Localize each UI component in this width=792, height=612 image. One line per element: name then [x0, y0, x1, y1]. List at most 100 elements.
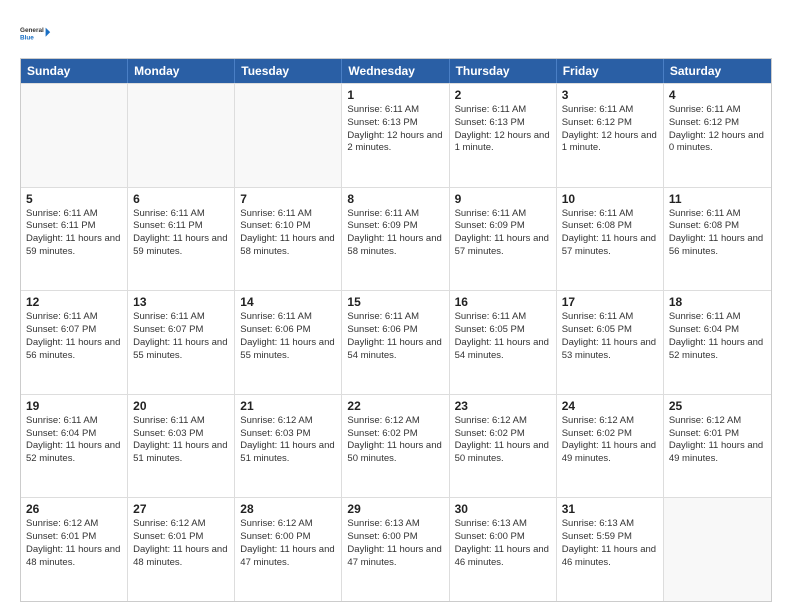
header-day-thursday: Thursday [450, 59, 557, 83]
day-number: 9 [455, 192, 551, 206]
day-number: 4 [669, 88, 766, 102]
calendar-cell: 24 Sunrise: 6:12 AM Sunset: 6:02 PM Dayli… [557, 395, 664, 498]
calendar-cell: 7 Sunrise: 6:11 AM Sunset: 6:10 PM Daylig… [235, 188, 342, 291]
calendar-cell: 22Sunrise: 6:12 AM Sunset: 6:02 PM Dayli… [342, 395, 449, 498]
header-day-tuesday: Tuesday [235, 59, 342, 83]
calendar-cell: 3 Sunrise: 6:11 AM Sunset: 6:12 PM Daylig… [557, 84, 664, 187]
calendar-cell: 12Sunrise: 6:11 AM Sunset: 6:07 PM Dayli… [21, 291, 128, 394]
calendar-cell [664, 498, 771, 601]
day-number: 13 [133, 295, 229, 309]
calendar-header: SundayMondayTuesdayWednesdayThursdayFrid… [21, 59, 771, 83]
calendar-cell: 8 Sunrise: 6:11 AM Sunset: 6:09 PM Daylig… [342, 188, 449, 291]
day-info: Sunrise: 6:11 AM Sunset: 6:04 PM Dayligh… [669, 311, 766, 362]
header-day-wednesday: Wednesday [342, 59, 449, 83]
day-info: Sunrise: 6:11 AM Sunset: 6:05 PM Dayligh… [562, 311, 658, 362]
calendar-cell: 29 Sunrise: 6:13 AM Sunset: 6:00 PM Dayli… [342, 498, 449, 601]
day-number: 3 [562, 88, 658, 102]
day-info: Sunrise: 6:13 AM Sunset: 6:00 PM Dayligh… [455, 518, 551, 569]
day-number: 30 [455, 502, 551, 516]
logo-icon: GeneralBlue [20, 18, 52, 50]
day-number: 8 [347, 192, 443, 206]
day-info: Sunrise: 6:12 AM Sunset: 6:01 PM Dayligh… [26, 518, 122, 569]
header-day-saturday: Saturday [664, 59, 771, 83]
day-number: 18 [669, 295, 766, 309]
day-info: Sunrise: 6:11 AM Sunset: 6:08 PM Dayligh… [669, 208, 766, 259]
day-info: Sunrise: 6:11 AM Sunset: 6:12 PM Dayligh… [562, 104, 658, 155]
calendar-cell: 18 Sunrise: 6:11 AM Sunset: 6:04 PM Dayli… [664, 291, 771, 394]
day-number: 7 [240, 192, 336, 206]
calendar-cell: 23Sunrise: 6:12 AM Sunset: 6:02 PM Dayli… [450, 395, 557, 498]
day-number: 19 [26, 399, 122, 413]
day-number: 1 [347, 88, 443, 102]
svg-text:General: General [20, 27, 44, 34]
calendar-cell: 13 Sunrise: 6:11 AM Sunset: 6:07 PM Dayli… [128, 291, 235, 394]
day-number: 14 [240, 295, 336, 309]
calendar-row-0: 1 Sunrise: 6:11 AM Sunset: 6:13 PM Daylig… [21, 83, 771, 187]
day-info: Sunrise: 6:11 AM Sunset: 6:13 PM Dayligh… [347, 104, 443, 155]
calendar-cell: 10Sunrise: 6:11 AM Sunset: 6:08 PM Dayli… [557, 188, 664, 291]
calendar-cell: 5 Sunrise: 6:11 AM Sunset: 6:11 PM Daylig… [21, 188, 128, 291]
logo: GeneralBlue [20, 18, 52, 50]
calendar-cell: 2 Sunrise: 6:11 AM Sunset: 6:13 PM Daylig… [450, 84, 557, 187]
day-number: 23 [455, 399, 551, 413]
calendar-cell: 4 Sunrise: 6:11 AM Sunset: 6:12 PM Daylig… [664, 84, 771, 187]
day-number: 26 [26, 502, 122, 516]
day-number: 15 [347, 295, 443, 309]
calendar-cell: 21 Sunrise: 6:12 AM Sunset: 6:03 PM Dayli… [235, 395, 342, 498]
day-number: 29 [347, 502, 443, 516]
calendar-cell: 20Sunrise: 6:11 AM Sunset: 6:03 PM Dayli… [128, 395, 235, 498]
calendar-cell: 6 Sunrise: 6:11 AM Sunset: 6:11 PM Daylig… [128, 188, 235, 291]
day-info: Sunrise: 6:11 AM Sunset: 6:09 PM Dayligh… [347, 208, 443, 259]
day-number: 5 [26, 192, 122, 206]
day-info: Sunrise: 6:13 AM Sunset: 5:59 PM Dayligh… [562, 518, 658, 569]
calendar-body: 1 Sunrise: 6:11 AM Sunset: 6:13 PM Daylig… [21, 83, 771, 601]
calendar: SundayMondayTuesdayWednesdayThursdayFrid… [20, 58, 772, 602]
day-number: 16 [455, 295, 551, 309]
day-info: Sunrise: 6:11 AM Sunset: 6:12 PM Dayligh… [669, 104, 766, 155]
svg-text:Blue: Blue [20, 34, 34, 41]
calendar-cell: 14Sunrise: 6:11 AM Sunset: 6:06 PM Dayli… [235, 291, 342, 394]
calendar-cell [235, 84, 342, 187]
day-info: Sunrise: 6:12 AM Sunset: 6:01 PM Dayligh… [669, 415, 766, 466]
day-number: 6 [133, 192, 229, 206]
day-number: 25 [669, 399, 766, 413]
calendar-cell [128, 84, 235, 187]
day-info: Sunrise: 6:13 AM Sunset: 6:00 PM Dayligh… [347, 518, 443, 569]
calendar-row-2: 12Sunrise: 6:11 AM Sunset: 6:07 PM Dayli… [21, 290, 771, 394]
day-info: Sunrise: 6:12 AM Sunset: 6:02 PM Dayligh… [347, 415, 443, 466]
day-info: Sunrise: 6:11 AM Sunset: 6:05 PM Dayligh… [455, 311, 551, 362]
header-day-friday: Friday [557, 59, 664, 83]
day-info: Sunrise: 6:11 AM Sunset: 6:11 PM Dayligh… [133, 208, 229, 259]
calendar-cell: 30 Sunrise: 6:13 AM Sunset: 6:00 PM Dayli… [450, 498, 557, 601]
day-number: 24 [562, 399, 658, 413]
day-info: Sunrise: 6:11 AM Sunset: 6:03 PM Dayligh… [133, 415, 229, 466]
day-number: 27 [133, 502, 229, 516]
calendar-cell: 27Sunrise: 6:12 AM Sunset: 6:01 PM Dayli… [128, 498, 235, 601]
calendar-row-1: 5 Sunrise: 6:11 AM Sunset: 6:11 PM Daylig… [21, 187, 771, 291]
day-number: 2 [455, 88, 551, 102]
header: GeneralBlue [20, 18, 772, 50]
day-number: 21 [240, 399, 336, 413]
calendar-cell: 19 Sunrise: 6:11 AM Sunset: 6:04 PM Dayli… [21, 395, 128, 498]
calendar-cell: 16 Sunrise: 6:11 AM Sunset: 6:05 PM Dayli… [450, 291, 557, 394]
day-info: Sunrise: 6:11 AM Sunset: 6:09 PM Dayligh… [455, 208, 551, 259]
page: GeneralBlue SundayMondayTuesdayWednesday… [0, 0, 792, 612]
calendar-cell [21, 84, 128, 187]
day-info: Sunrise: 6:12 AM Sunset: 6:00 PM Dayligh… [240, 518, 336, 569]
header-day-sunday: Sunday [21, 59, 128, 83]
day-info: Sunrise: 6:11 AM Sunset: 6:04 PM Dayligh… [26, 415, 122, 466]
calendar-cell: 17 Sunrise: 6:11 AM Sunset: 6:05 PM Dayli… [557, 291, 664, 394]
day-number: 11 [669, 192, 766, 206]
day-info: Sunrise: 6:11 AM Sunset: 6:13 PM Dayligh… [455, 104, 551, 155]
day-number: 17 [562, 295, 658, 309]
day-info: Sunrise: 6:12 AM Sunset: 6:03 PM Dayligh… [240, 415, 336, 466]
day-number: 28 [240, 502, 336, 516]
calendar-cell: 1 Sunrise: 6:11 AM Sunset: 6:13 PM Daylig… [342, 84, 449, 187]
calendar-row-4: 26 Sunrise: 6:12 AM Sunset: 6:01 PM Dayli… [21, 497, 771, 601]
day-info: Sunrise: 6:11 AM Sunset: 6:11 PM Dayligh… [26, 208, 122, 259]
day-info: Sunrise: 6:11 AM Sunset: 6:10 PM Dayligh… [240, 208, 336, 259]
day-info: Sunrise: 6:12 AM Sunset: 6:02 PM Dayligh… [562, 415, 658, 466]
day-info: Sunrise: 6:11 AM Sunset: 6:07 PM Dayligh… [133, 311, 229, 362]
calendar-cell: 9 Sunrise: 6:11 AM Sunset: 6:09 PM Daylig… [450, 188, 557, 291]
calendar-cell: 31Sunrise: 6:13 AM Sunset: 5:59 PM Dayli… [557, 498, 664, 601]
